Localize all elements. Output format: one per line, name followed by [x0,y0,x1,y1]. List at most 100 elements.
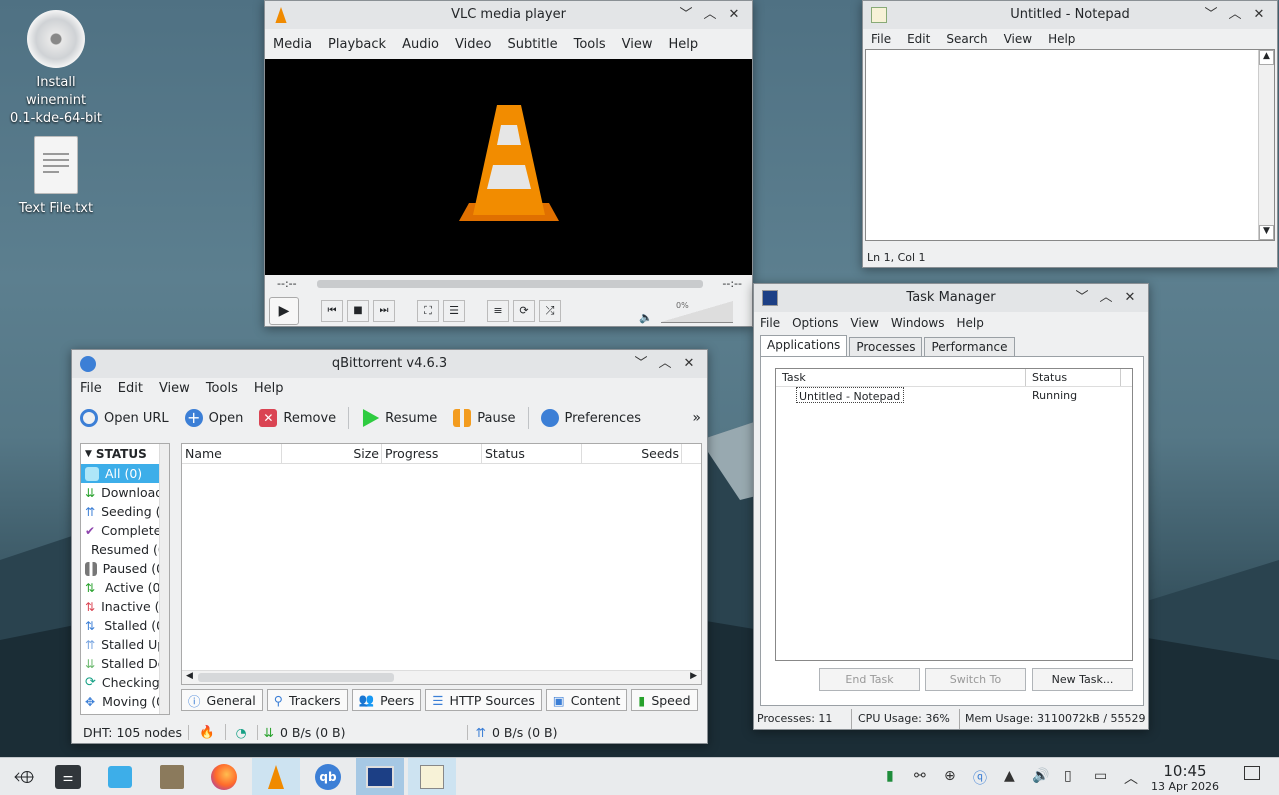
menu-view[interactable]: View [844,316,884,330]
fullscreen-button[interactable]: ⛶ [417,300,439,322]
shuffle-button[interactable]: ⤮ [539,300,561,322]
switch-to-button[interactable]: Switch To [925,668,1026,691]
tab-speed[interactable]: ▮ Speed [631,689,698,711]
tab-applications[interactable]: Applications [760,335,848,356]
menu-view[interactable]: View [151,381,198,396]
updates-icon[interactable]: ⊕ [944,768,956,784]
tab-trackers[interactable]: ⚲ Trackers [266,689,348,711]
firefox-icon[interactable] [200,758,248,795]
menu-help[interactable]: Help [1040,32,1083,46]
task-list[interactable]: Task Status Untitled - Notepad Running [775,368,1133,661]
minimize-icon[interactable]: ﹀ [629,350,653,378]
maximize-icon[interactable]: ︿ [698,1,722,29]
minimize-icon[interactable]: ﹀ [1070,284,1094,312]
qbittorrent-taskbar-icon[interactable]: qb [304,758,352,795]
desktop-icon-installer[interactable]: Install winemint 0.1-kde-64-bit ... [6,10,106,146]
end-task-button[interactable]: End Task [819,668,920,691]
sidebar-scrollbar[interactable] [159,444,169,714]
settings-icon[interactable]: ⚌ [44,758,92,795]
menu-tools[interactable]: Tools [566,37,614,52]
qbittorrent-tray-icon[interactable]: ⓠ [973,768,987,788]
task-row[interactable]: Untitled - Notepad Running [776,387,1132,404]
speed-limit-icon[interactable]: ◔ [226,724,258,740]
column-task[interactable]: Task [776,369,1026,386]
menu-help[interactable]: Help [950,316,989,330]
notepad-text-area[interactable]: ▲ ▼ [865,49,1275,241]
removable-devices-icon[interactable]: ▯ [1064,768,1072,784]
menu-windows[interactable]: Windows [885,316,951,330]
column-status[interactable]: Status [482,444,582,463]
filter-paused[interactable]: Paused (0) [81,559,169,578]
maximize-icon[interactable]: ︿ [653,350,677,378]
filter-downloading[interactable]: ⇊Downloading (0) [81,483,169,502]
taskmgr-taskbar-icon[interactable] [356,758,404,795]
tab-http-sources[interactable]: ☰ HTTP Sources [425,689,542,711]
new-task-button[interactable]: New Task... [1032,668,1133,691]
tab-general[interactable]: ⓘ General [181,689,263,711]
close-icon[interactable]: ✕ [722,1,746,29]
app-launcher-icon[interactable]: ⬲ [0,758,48,795]
minimize-icon[interactable]: ﹀ [674,1,698,29]
tab-content[interactable]: ▣ Content [545,689,628,711]
remove-button[interactable]: ✕ Remove [251,409,344,427]
close-icon[interactable]: ✕ [677,350,701,378]
tab-peers[interactable]: 👥 Peers [351,689,422,711]
menu-view[interactable]: View [996,32,1040,46]
menu-help[interactable]: Help [661,37,707,52]
menu-file[interactable]: File [863,32,899,46]
menu-audio[interactable]: Audio [394,37,447,52]
stop-button[interactable]: ■ [347,300,369,322]
filter-inactive[interactable]: ⇅ Inactive (0) [81,597,169,616]
pause-button[interactable]: Pause [445,409,523,427]
play-button[interactable]: ▶ [269,297,299,325]
column-status[interactable]: Status [1026,369,1121,386]
notepad-taskbar-icon[interactable] [408,758,456,795]
filter-seeding[interactable]: ⇈ Seeding (0) [81,502,169,521]
tab-processes[interactable]: Processes [849,337,923,356]
network-icon[interactable]: ▭ [1094,768,1107,784]
menu-search[interactable]: Search [938,32,995,46]
open-button[interactable]: + Open [177,409,252,427]
seek-bar[interactable] [317,280,703,288]
filter-resumed[interactable]: Resumed (0) [81,540,169,559]
menu-options[interactable]: Options [786,316,844,330]
torrent-list[interactable]: Name Size Progress Status Seeds ◀ ▶ [181,443,702,685]
extended-settings-button[interactable]: ☰ [443,300,465,322]
vlc-titlebar[interactable]: VLC media player ﹀ ︿ ✕ [265,1,752,29]
vlc-taskbar-icon[interactable] [252,758,300,795]
menu-view[interactable]: View [614,37,661,52]
clock[interactable]: 10:45 13 Apr 2026 [1146,762,1224,793]
menu-help[interactable]: Help [246,381,292,396]
open-url-button[interactable]: Open URL [72,409,177,427]
status-filter-header[interactable]: ▼ STATUS [81,444,169,464]
menu-playback[interactable]: Playback [320,37,394,52]
menu-video[interactable]: Video [447,37,499,52]
playlist-button[interactable]: ≡ [487,300,509,322]
qbt-titlebar[interactable]: qBittorrent v4.6.3 ﹀ ︿ ✕ [72,350,707,378]
show-desktop-icon[interactable] [1244,766,1260,780]
loop-button[interactable]: ⟳ [513,300,535,322]
close-icon[interactable]: ✕ [1247,1,1271,29]
volume-slider[interactable] [661,301,733,323]
filter-stalled-downloading[interactable]: ⇊Stalled Downloading (0) [81,654,169,673]
notepad-titlebar[interactable]: Untitled - Notepad ﹀ ︿ ✕ [863,1,1277,29]
filter-checking[interactable]: ⟳Checking (0) [81,673,169,692]
resume-button[interactable]: Resume [353,409,445,427]
package-installer-icon[interactable] [148,758,196,795]
horizontal-scrollbar[interactable]: ◀ ▶ [182,670,701,684]
video-area[interactable] [265,59,752,275]
volume-icon[interactable]: 🔊 [1032,768,1049,784]
filter-active[interactable]: ⇅ Active (0) [81,578,169,597]
flame-icon[interactable]: 🔥 [189,724,226,740]
maximize-icon[interactable]: ︿ [1094,284,1118,312]
menu-edit[interactable]: Edit [110,381,151,396]
filter-stalled-uploading[interactable]: ⇈Stalled Uploading (0) [81,635,169,654]
column-name[interactable]: Name [182,444,282,463]
vlc-tray-icon[interactable]: ▲ [1004,768,1015,784]
tab-performance[interactable]: Performance [924,337,1015,356]
speaker-icon[interactable]: 🔈 [639,311,653,324]
column-seeds[interactable]: Seeds [582,444,682,463]
column-progress[interactable]: Progress [382,444,482,463]
next-button[interactable]: ⏭ [373,300,395,322]
maximize-icon[interactable]: ︿ [1223,1,1247,29]
